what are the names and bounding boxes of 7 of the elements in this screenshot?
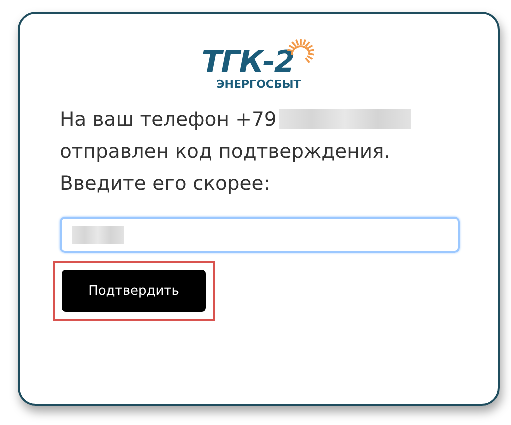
logo-subtitle: ЭНЕРГОСБЫТ (216, 78, 302, 91)
message-text: отправлен код подтверждения. (60, 140, 390, 162)
confirm-button[interactable]: Подтвердить (62, 270, 206, 312)
logo-text: ТГК-2 (202, 46, 294, 80)
message-text: На ваш телефон +79 (60, 108, 277, 130)
code-input-field[interactable] (60, 217, 460, 253)
message-text: Введите его скорее: (60, 172, 270, 194)
